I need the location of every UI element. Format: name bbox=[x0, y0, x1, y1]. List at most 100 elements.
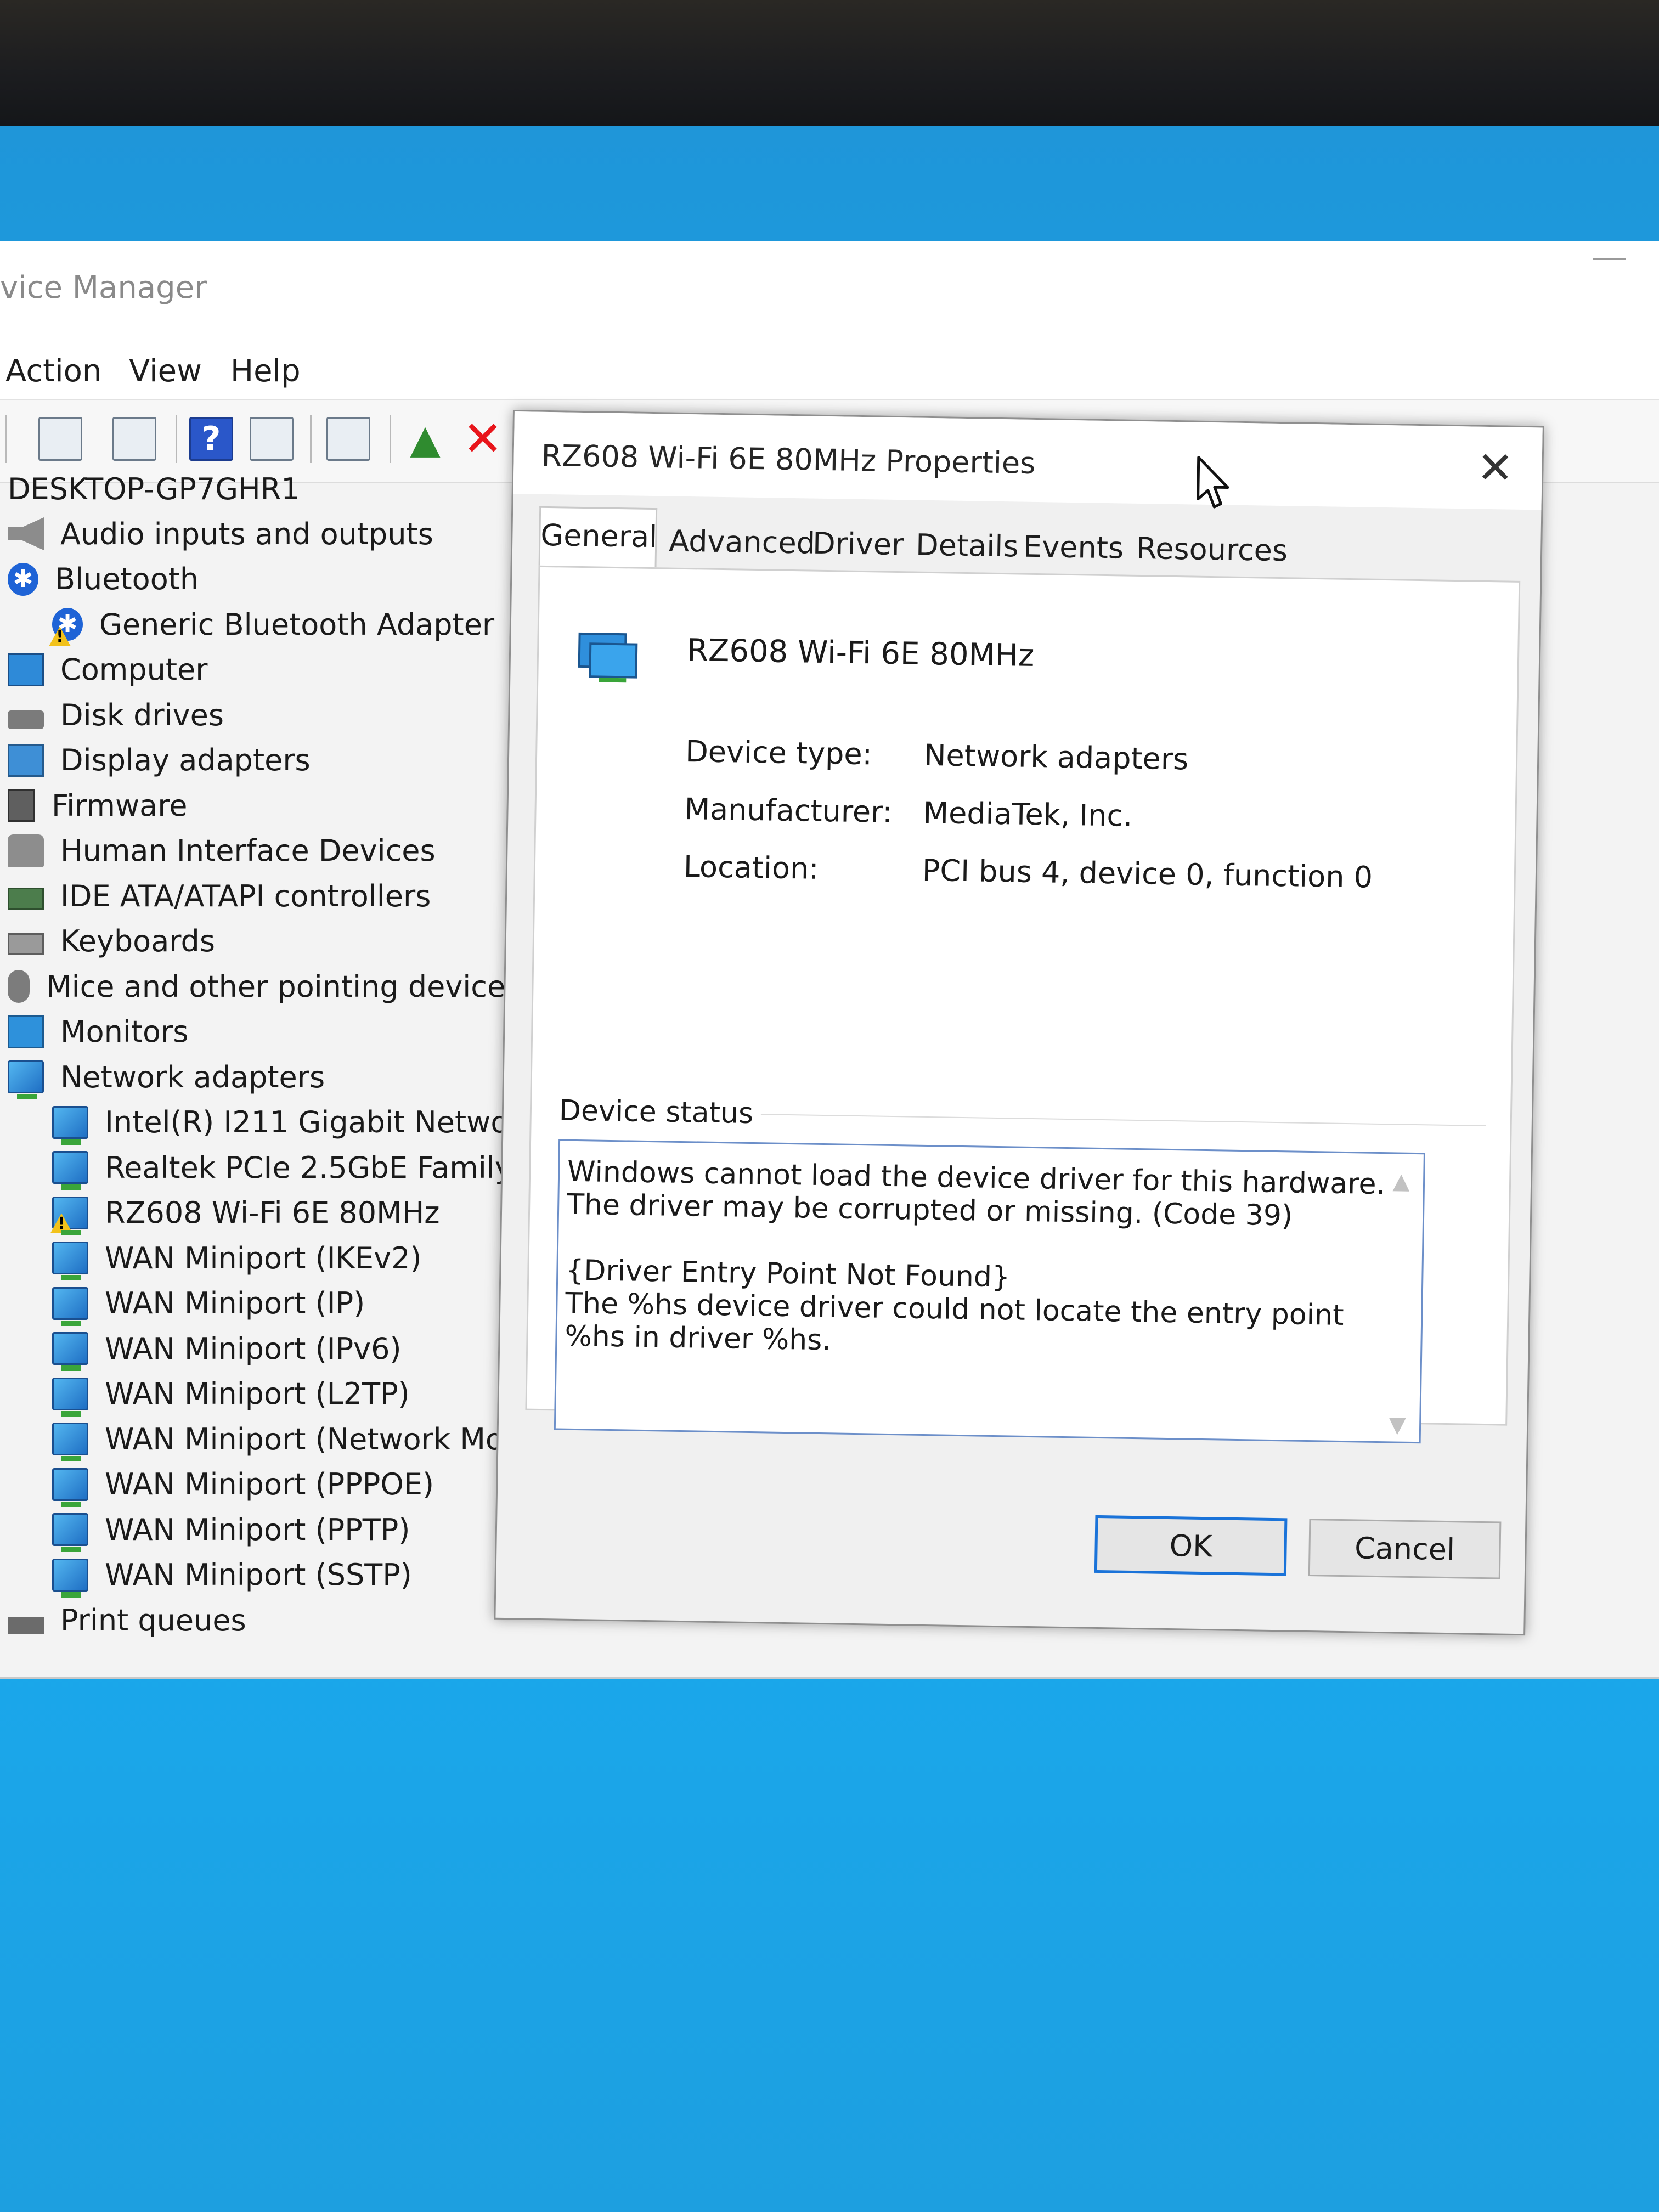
minimize-icon[interactable] bbox=[1593, 258, 1626, 260]
menu-action[interactable]: Action bbox=[5, 353, 101, 389]
menu-view[interactable]: View bbox=[129, 353, 202, 389]
disk-drive-icon bbox=[8, 710, 44, 729]
tree-item-label: WAN Miniport (IP) bbox=[105, 1286, 365, 1321]
location-value: PCI bus 4, device 0, function 0 bbox=[922, 853, 1373, 895]
ide-controller-icon bbox=[8, 888, 44, 910]
network-adapter-icon bbox=[52, 1242, 88, 1280]
tree-item-label: WAN Miniport (IPv6) bbox=[105, 1331, 402, 1366]
ok-button[interactable]: OK bbox=[1094, 1515, 1288, 1576]
speaker-icon bbox=[8, 517, 44, 550]
properties-icon[interactable] bbox=[112, 417, 156, 461]
network-adapter-icon bbox=[578, 632, 638, 683]
update-driver-icon[interactable]: ▲ bbox=[403, 417, 447, 461]
tree-item-label: Firmware bbox=[52, 788, 188, 823]
network-adapter-icon bbox=[52, 1377, 88, 1417]
mouse-icon bbox=[8, 970, 30, 1003]
toolbar-separator bbox=[5, 415, 7, 463]
device-status-label: Device status bbox=[558, 1094, 761, 1131]
tree-item[interactable]: WAN Miniport (Network Monito bbox=[52, 1417, 560, 1462]
help-icon[interactable]: ? bbox=[189, 417, 233, 461]
tree-item-label: WAN Miniport (PPTP) bbox=[105, 1512, 410, 1547]
network-adapter-icon bbox=[52, 1286, 88, 1326]
tree-item-label: Monitors bbox=[60, 1014, 189, 1049]
tree-item[interactable]: Firmware bbox=[8, 783, 187, 828]
tree-root[interactable]: DESKTOP-GP7GHR1 bbox=[8, 466, 300, 511]
tree-item[interactable]: ✱ Bluetooth bbox=[8, 557, 199, 602]
tree-item[interactable]: WAN Miniport (PPPOE) bbox=[52, 1462, 434, 1507]
close-icon[interactable]: ✕ bbox=[1465, 437, 1526, 499]
view-icon[interactable] bbox=[250, 417, 294, 461]
network-adapter-icon bbox=[8, 1060, 44, 1099]
tree-item-label: IDE ATA/ATAPI controllers bbox=[60, 878, 431, 913]
tree-item[interactable]: WAN Miniport (L2TP) bbox=[52, 1372, 410, 1417]
tree-item-label: RZ608 Wi-Fi 6E 80MHz bbox=[105, 1195, 440, 1230]
tree-item[interactable]: Audio inputs and outputs bbox=[8, 511, 433, 556]
properties-dialog: RZ608 Wi-Fi 6E 80MHz Properties ✕ Genera… bbox=[494, 410, 1544, 1636]
scroll-up-icon[interactable]: ▲ bbox=[1390, 1165, 1413, 1194]
tree-item[interactable]: Human Interface Devices bbox=[8, 828, 436, 873]
tree-item[interactable]: WAN Miniport (SSTP) bbox=[52, 1553, 412, 1598]
network-adapter-icon bbox=[52, 1513, 88, 1552]
tab-general[interactable]: General bbox=[538, 506, 658, 569]
mouse-cursor-icon bbox=[1197, 456, 1229, 509]
location-label: Location: bbox=[683, 849, 820, 886]
tree-item-label: Disk drives bbox=[60, 697, 224, 732]
device-name: RZ608 Wi-Fi 6E 80MHz bbox=[686, 633, 1035, 674]
tree-item[interactable]: WAN Miniport (IP) bbox=[52, 1281, 365, 1326]
group-divider bbox=[729, 1113, 1486, 1127]
tab-details[interactable]: Details bbox=[915, 518, 1019, 572]
network-adapter-icon bbox=[52, 1332, 88, 1371]
device-type-label: Device type: bbox=[685, 734, 873, 772]
tab-events[interactable]: Events bbox=[1022, 520, 1124, 574]
toolbar-separator bbox=[310, 415, 312, 463]
tree-item[interactable]: Disk drives bbox=[8, 692, 224, 737]
tree-item[interactable]: ✱ Generic Bluetooth Adapter bbox=[52, 602, 494, 647]
network-adapter-icon bbox=[52, 1423, 88, 1462]
tree-item[interactable]: Monitors bbox=[8, 1009, 188, 1054]
device-status-textbox[interactable]: Windows cannot load the device driver fo… bbox=[554, 1139, 1425, 1444]
menu-bar: Action View Help bbox=[0, 335, 1659, 400]
device-manager-titlebar[interactable]: vice Manager bbox=[0, 241, 1659, 335]
scan-hardware-icon[interactable] bbox=[326, 417, 370, 461]
tab-advanced[interactable]: Advanced bbox=[669, 514, 816, 569]
firmware-icon bbox=[8, 789, 35, 822]
tab-driver[interactable]: Driver bbox=[811, 516, 905, 571]
hid-icon bbox=[8, 834, 44, 867]
tree-item-label: WAN Miniport (PPPOE) bbox=[105, 1467, 435, 1502]
scroll-down-icon[interactable]: ▼ bbox=[1386, 1408, 1409, 1437]
general-tab-panel: RZ608 Wi-Fi 6E 80MHz Device type: Networ… bbox=[525, 565, 1521, 1444]
dialog-title: RZ608 Wi-Fi 6E 80MHz Properties bbox=[541, 438, 1036, 481]
tree-item[interactable]: Mice and other pointing devices bbox=[8, 964, 521, 1009]
network-adapter-icon bbox=[52, 1151, 88, 1190]
tree-item-label: Display adapters bbox=[60, 743, 311, 777]
dialog-titlebar[interactable]: RZ608 Wi-Fi 6E 80MHz Properties ✕ bbox=[513, 411, 1543, 510]
menu-help[interactable]: Help bbox=[230, 353, 301, 389]
tree-item[interactable]: WAN Miniport (IKEv2) bbox=[52, 1235, 422, 1280]
tree-item-label: Print queues bbox=[60, 1602, 246, 1638]
tab-resources[interactable]: Resources bbox=[1135, 521, 1289, 576]
computer-icon bbox=[8, 653, 44, 686]
monitor-bezel bbox=[0, 0, 1659, 143]
tree-item-label: Bluetooth bbox=[55, 562, 199, 596]
bluetooth-icon: ✱ bbox=[8, 562, 38, 596]
tree-item[interactable]: WAN Miniport (PPTP) bbox=[52, 1507, 410, 1552]
printer-icon bbox=[8, 1617, 44, 1634]
tree-item[interactable]: Computer bbox=[8, 647, 207, 692]
back-icon[interactable] bbox=[38, 417, 82, 461]
tree-item[interactable]: Network adapters bbox=[8, 1054, 325, 1099]
tree-item-label: WAN Miniport (Network Monito bbox=[105, 1421, 561, 1457]
device-manager-title: vice Manager bbox=[0, 270, 207, 306]
tree-item[interactable]: WAN Miniport (IPv6) bbox=[52, 1326, 402, 1371]
tree-item[interactable]: Display adapters bbox=[8, 738, 311, 783]
tree-item-label: WAN Miniport (L2TP) bbox=[105, 1376, 410, 1411]
tree-item-label: Audio inputs and outputs bbox=[60, 516, 433, 551]
tree-item[interactable]: RZ608 Wi-Fi 6E 80MHz bbox=[52, 1190, 440, 1235]
tree-item[interactable]: Keyboards bbox=[8, 919, 215, 964]
tree-item-label: Network adapters bbox=[60, 1059, 325, 1094]
uninstall-device-icon[interactable]: ✕ bbox=[461, 415, 505, 463]
tree-item-label: Human Interface Devices bbox=[60, 833, 436, 868]
tree-item[interactable]: Print queues bbox=[8, 1598, 246, 1643]
tree-item[interactable]: IDE ATA/ATAPI controllers bbox=[8, 873, 431, 918]
computer-name: DESKTOP-GP7GHR1 bbox=[8, 471, 300, 506]
cancel-button[interactable]: Cancel bbox=[1308, 1519, 1502, 1579]
